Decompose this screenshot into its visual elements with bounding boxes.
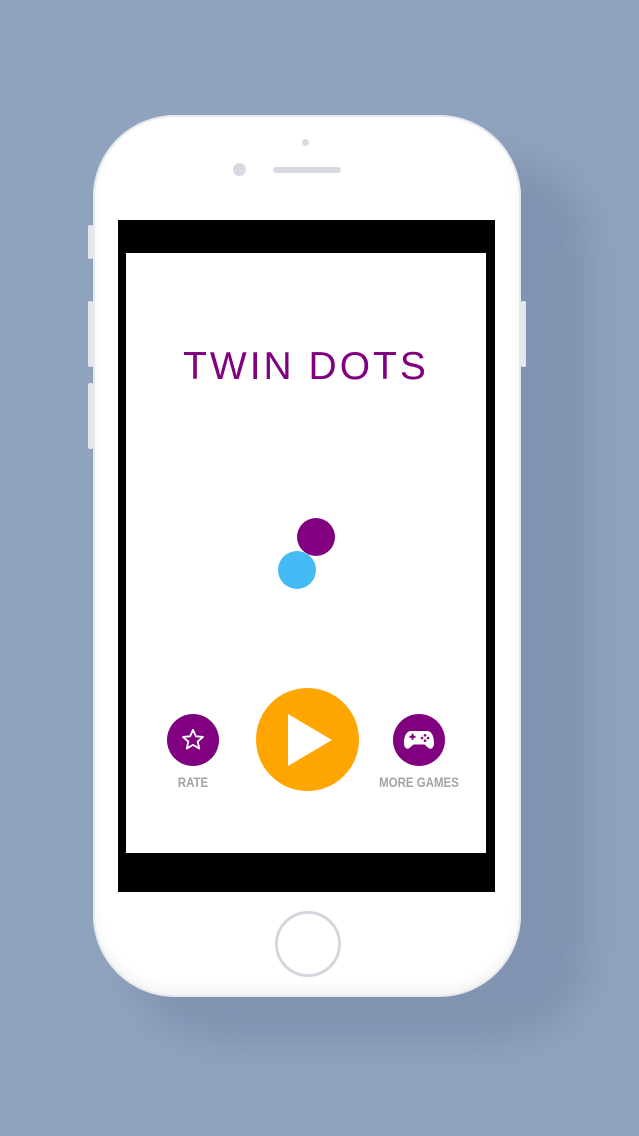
rate-label: RATE	[177, 774, 209, 790]
proximity-sensor	[302, 139, 309, 146]
more-games-label: MORE GAMES	[379, 774, 459, 790]
phone-frame: TWIN DOTS RATE MORE GAMES	[88, 115, 526, 997]
mute-switch	[88, 225, 93, 259]
earpiece-speaker	[273, 167, 341, 173]
purple-dot	[297, 518, 335, 556]
home-button[interactable]	[275, 911, 341, 977]
rate-button[interactable]	[167, 714, 219, 766]
star-outline-icon	[182, 728, 204, 750]
game-title: TWIN DOTS	[183, 345, 429, 388]
phone-screen: TWIN DOTS RATE MORE GAMES	[118, 220, 495, 892]
power-button	[521, 301, 526, 367]
play-button[interactable]	[256, 688, 359, 791]
volume-up-button	[88, 301, 93, 367]
more-games-button[interactable]	[393, 714, 445, 766]
play-icon	[287, 713, 332, 766]
volume-down-button	[88, 383, 93, 449]
gamepad-icon	[404, 731, 434, 749]
front-camera	[233, 163, 246, 176]
game-menu-screen: TWIN DOTS RATE MORE GAMES	[126, 253, 486, 853]
blue-dot	[278, 551, 316, 589]
